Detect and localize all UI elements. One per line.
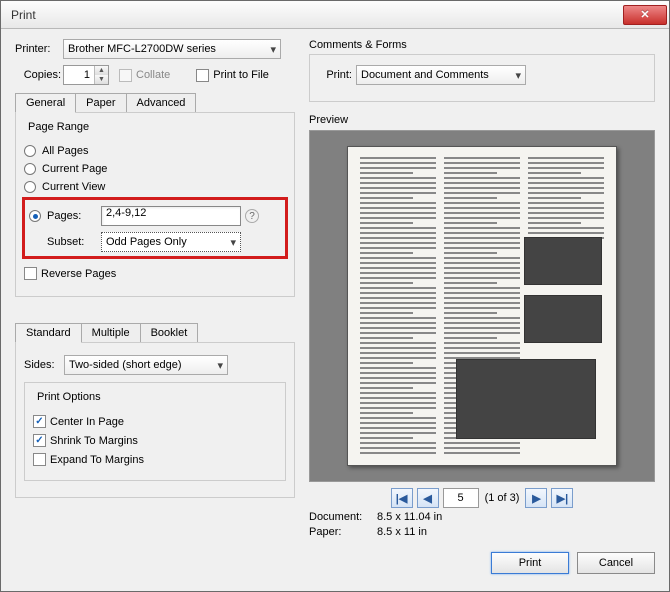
chevron-down-icon: ▾	[211, 359, 223, 372]
printer-selected: Brother MFC-L2700DW series	[68, 43, 216, 55]
collate-checkbox	[119, 69, 132, 82]
print-button[interactable]: Print	[491, 552, 569, 574]
cancel-button[interactable]: Cancel	[577, 552, 655, 574]
comments-print-label: Print:	[320, 69, 356, 81]
center-in-page-label: Center In Page	[50, 416, 124, 428]
page-total-text: (1 of 3)	[483, 488, 522, 508]
tab-standard[interactable]: Standard	[15, 323, 82, 343]
radio-pages[interactable]	[29, 210, 41, 222]
tabs-top: General Paper Advanced	[15, 93, 295, 113]
preview-image-thumb	[524, 237, 602, 285]
tabs-mid: Standard Multiple Booklet	[15, 323, 295, 343]
all-pages-label: All Pages	[42, 145, 88, 157]
shrink-to-margins-checkbox[interactable]	[33, 434, 46, 447]
paper-size-label: Paper:	[309, 526, 377, 538]
document-size-label: Document:	[309, 511, 377, 523]
chevron-down-icon: ▾	[264, 43, 276, 56]
radio-all-pages[interactable]	[24, 145, 36, 157]
next-page-icon: ▶	[532, 492, 540, 505]
chevron-down-icon: ▾	[509, 69, 521, 82]
reverse-pages-checkbox[interactable]	[24, 267, 37, 280]
subset-dropdown[interactable]: Odd Pages Only ▾	[101, 232, 241, 252]
chevron-down-icon: ▾	[224, 236, 236, 249]
copies-input[interactable]	[64, 66, 94, 84]
print-to-file-label: Print to File	[213, 69, 269, 81]
page-nav: |◀ ◀ 5 (1 of 3) ▶ ▶|	[309, 488, 655, 508]
comments-forms-title: Comments & Forms	[309, 39, 655, 51]
first-page-icon: |◀	[396, 492, 408, 505]
page-preview	[347, 146, 617, 466]
sides-value: Two-sided (short edge)	[69, 359, 182, 371]
shrink-to-margins-label: Shrink To Margins	[50, 435, 138, 447]
tab-booklet[interactable]: Booklet	[140, 323, 199, 342]
print-options-title: Print Options	[33, 391, 105, 403]
tab-advanced[interactable]: Advanced	[126, 93, 197, 112]
printer-label: Printer:	[15, 43, 63, 55]
preview-area	[309, 130, 655, 482]
expand-to-margins-label: Expand To Margins	[50, 454, 144, 466]
window-title: Print	[11, 8, 623, 22]
preview-image-thumb	[456, 359, 596, 439]
help-icon[interactable]: ?	[245, 209, 259, 223]
copies-label: Copies:	[15, 69, 63, 81]
reverse-pages-label: Reverse Pages	[41, 268, 116, 280]
center-in-page-checkbox[interactable]	[33, 415, 46, 428]
sides-dropdown[interactable]: Two-sided (short edge) ▾	[64, 355, 228, 375]
preview-image-thumb	[524, 295, 602, 343]
comments-print-value: Document and Comments	[361, 69, 489, 81]
pages-input[interactable]: 2,4-9,12	[101, 206, 241, 226]
nav-prev-button[interactable]: ◀	[417, 488, 439, 508]
page-range-group: Page Range All Pages Current Page Curren…	[15, 112, 295, 297]
tab-paper[interactable]: Paper	[75, 93, 126, 112]
prev-page-icon: ◀	[423, 492, 431, 505]
nav-first-button[interactable]: |◀	[391, 488, 413, 508]
paper-size-value: 8.5 x 11 in	[377, 526, 427, 538]
highlight-annotation: Pages: 2,4-9,12 ? Subset: Odd Pages Only…	[22, 197, 288, 259]
tab-general[interactable]: General	[15, 93, 76, 113]
close-button[interactable]: ✕	[623, 5, 667, 25]
spin-up-icon[interactable]: ▲	[95, 66, 108, 75]
preview-label: Preview	[309, 114, 655, 126]
page-number-input[interactable]: 5	[443, 488, 479, 508]
nav-last-button[interactable]: ▶|	[551, 488, 573, 508]
printer-dropdown[interactable]: Brother MFC-L2700DW series ▾	[63, 39, 281, 59]
print-dialog: Print ✕ Printer: Brother MFC-L2700DW ser…	[0, 0, 670, 592]
subset-value: Odd Pages Only	[106, 236, 187, 248]
collate-label: Collate	[136, 69, 170, 81]
document-size-value: 8.5 x 11.04 in	[377, 511, 442, 523]
copies-stepper[interactable]: ▲▼	[63, 65, 109, 85]
print-to-file-checkbox[interactable]	[196, 69, 209, 82]
comments-group: Print: Document and Comments ▾	[309, 54, 655, 102]
titlebar[interactable]: Print ✕	[1, 1, 669, 29]
subset-label: Subset:	[47, 236, 101, 248]
current-page-label: Current Page	[42, 163, 107, 175]
print-options-group: Print Options Center In Page Shrink To M…	[24, 382, 286, 481]
radio-current-page[interactable]	[24, 163, 36, 175]
last-page-icon: ▶|	[557, 492, 569, 505]
expand-to-margins-checkbox[interactable]	[33, 453, 46, 466]
nav-next-button[interactable]: ▶	[525, 488, 547, 508]
pages-label: Pages:	[47, 210, 101, 222]
tab-multiple[interactable]: Multiple	[81, 323, 141, 342]
close-icon: ✕	[640, 8, 649, 21]
page-range-title: Page Range	[24, 121, 93, 133]
comments-print-dropdown[interactable]: Document and Comments ▾	[356, 65, 526, 85]
sides-label: Sides:	[24, 359, 64, 371]
standard-group: Sides: Two-sided (short edge) ▾ Print Op…	[15, 342, 295, 498]
radio-current-view[interactable]	[24, 181, 36, 193]
spin-down-icon[interactable]: ▼	[95, 75, 108, 84]
current-view-label: Current View	[42, 181, 105, 193]
